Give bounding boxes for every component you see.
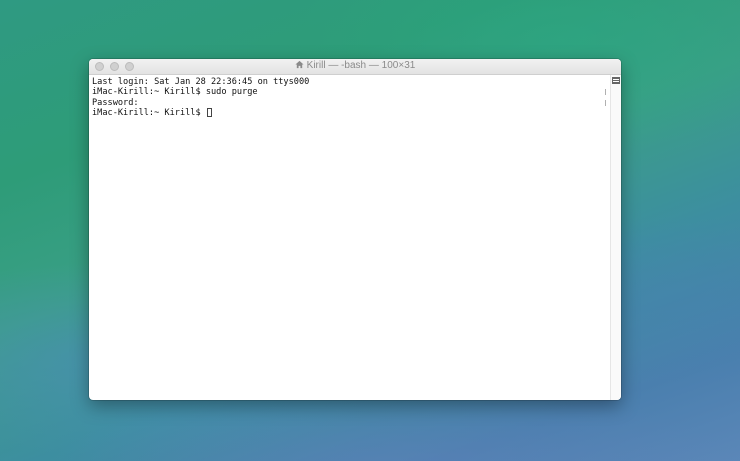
scroll-marker (605, 100, 606, 106)
home-icon (295, 60, 304, 69)
terminal-window[interactable]: Kirill — -bash — 100×31 Last login: Sat … (89, 59, 621, 400)
scroll-marker (605, 89, 606, 95)
terminal-prompt: iMac-Kirill:~ Kirill$ (92, 108, 206, 119)
window-title-text: Kirill — -bash — 100×31 (306, 60, 416, 71)
split-pane-icon[interactable] (612, 77, 620, 84)
vertical-scrollbar[interactable] (605, 75, 621, 400)
terminal-prompt-line: iMac-Kirill:~ Kirill$ (92, 108, 608, 118)
terminal-output[interactable]: Last login: Sat Jan 28 22:36:45 on ttys0… (89, 75, 611, 400)
terminal-line: Password: (92, 97, 139, 108)
text-cursor (206, 108, 212, 118)
window-title: Kirill — -bash — 100×31 (89, 60, 621, 71)
terminal-line: iMac-Kirill:~ Kirill$ sudo purge (92, 87, 258, 98)
title-bar[interactable]: Kirill — -bash — 100×31 (89, 59, 621, 75)
terminal-line: Last login: Sat Jan 28 22:36:45 on ttys0… (92, 77, 310, 87)
